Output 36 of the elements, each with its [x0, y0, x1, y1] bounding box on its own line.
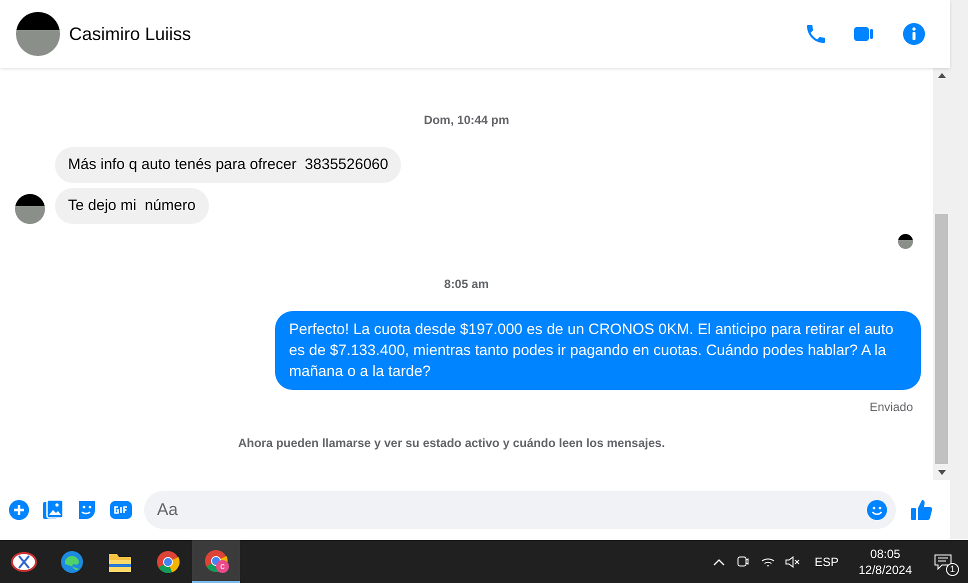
sticker-icon[interactable] [76, 499, 98, 521]
contact-name[interactable]: Casimiro Luiiss [69, 20, 192, 48]
seen-avatar [898, 234, 913, 249]
taskbar-app[interactable]: c [192, 540, 240, 583]
profile-badge: c [216, 560, 229, 573]
notification-count: 1 [946, 562, 959, 576]
sent-status: Enviado [870, 399, 913, 416]
scissors-icon [11, 550, 37, 574]
scrollbar-thumb[interactable] [935, 214, 948, 464]
gif-icon[interactable] [110, 499, 132, 521]
thumbs-up-icon[interactable] [910, 498, 934, 522]
scroll-up-icon[interactable] [938, 73, 946, 78]
message-input[interactable]: Aa [144, 491, 896, 529]
speaker-muted-icon[interactable] [784, 554, 801, 568]
incoming-message: Más info q auto tenés para ofrecer 3835526060 [55, 147, 402, 183]
clock[interactable]: 08:05 12/8/2024 [858, 546, 912, 578]
browser-circle-icon [156, 550, 180, 574]
timestamp: Dom, 10:44 pm [424, 112, 510, 129]
plus-icon[interactable] [8, 499, 30, 521]
outgoing-message: Perfecto! La cuota desde $197.000 es de un CRONOS 0KM. El anticipo para retirar el auto es de $7.133.400, mientras tanto podes ir pagando en cuotas. Cuándo podes hablar? A la mañana o a la tarde? [275, 311, 921, 390]
smiley-icon[interactable] [866, 499, 888, 521]
camera-icon[interactable] [736, 554, 749, 570]
contact-avatar [16, 12, 60, 56]
scrollbar[interactable] [933, 68, 950, 480]
scroll-down-icon[interactable] [938, 470, 946, 475]
image-icon[interactable] [42, 499, 64, 521]
phone-icon[interactable] [804, 22, 828, 46]
notification-icon[interactable] [934, 554, 952, 570]
language-indicator[interactable]: ESP [814, 552, 839, 570]
timestamp: 8:05 am [444, 276, 489, 293]
contact-avatar [15, 194, 45, 224]
browser-wave-icon [60, 550, 84, 574]
info-icon[interactable] [902, 22, 926, 46]
chevron-up-icon[interactable] [712, 558, 725, 566]
notice-text: Ahora pueden llamarse y ver su estado activo y cuándo leen los mensajes. [238, 435, 665, 452]
incoming-message: Te dejo mi número [55, 188, 209, 224]
